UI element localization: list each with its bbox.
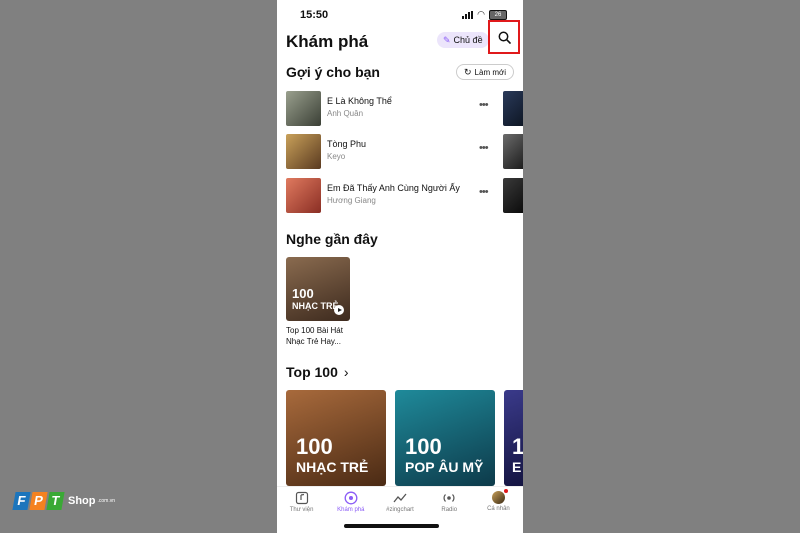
cover-number: 100 [296, 434, 333, 459]
song-title: Em Đã Thấy Anh Cùng Người Ấy [327, 183, 460, 193]
recent-playlist-cover[interactable]: 100 NHẠC TRẺ [286, 257, 350, 321]
home-indicator [344, 524, 439, 528]
recent-caption: Top 100 Bài Hát Nhạc Trẻ Hay... [286, 326, 343, 346]
watermark-letter: P [29, 492, 48, 510]
more-icon[interactable]: ••• [479, 142, 489, 154]
top100-card[interactable]: 1 E [504, 390, 523, 486]
page-title: Khám phá [286, 32, 369, 51]
bottom-nav: Thư viện Khám phá #zingchart Radio Cá nh… [277, 486, 523, 523]
cover-label: POP ÂU MỸ [405, 459, 484, 475]
cover-label: NHẠC TRẺ [296, 459, 369, 475]
nav-item-radio[interactable]: Radio [425, 487, 474, 523]
song-artist: Hương Giang [327, 196, 376, 205]
chart-icon [393, 493, 407, 503]
radio-icon [443, 494, 455, 502]
cover-number: 100 [292, 286, 314, 301]
notification-dot [503, 489, 508, 493]
song-item[interactable]: Tòng Phu Keyo ••• [286, 134, 489, 170]
more-icon[interactable]: ••• [479, 186, 489, 198]
next-column-thumbnail[interactable] [503, 134, 523, 169]
next-column-thumbnail[interactable] [503, 178, 523, 213]
nav-label: Thư viện [289, 507, 314, 513]
watermark-letter: T [46, 492, 65, 510]
next-column-thumbnail[interactable] [503, 91, 523, 126]
watermark-letter: F [12, 492, 31, 510]
song-artist: Anh Quân [327, 109, 364, 118]
nav-label: #zingchart [386, 507, 414, 513]
status-icons: ◠ 26 [462, 9, 507, 20]
recent-title: Nghe gần đây [286, 231, 378, 247]
nav-label: Cá nhân [487, 506, 510, 512]
library-icon [295, 491, 308, 505]
nav-item-zingchart[interactable]: #zingchart [375, 487, 424, 523]
signal-icon [462, 10, 474, 19]
suggest-title: Gợi ý cho bạn [286, 64, 380, 80]
top100-card[interactable]: 100 NHẠC TRẺ [286, 390, 386, 486]
refresh-label: Làm mới [474, 67, 507, 77]
search-button[interactable] [488, 20, 520, 54]
nav-label: Khám phá [337, 507, 365, 513]
song-title: Tòng Phu [327, 139, 367, 149]
cover-label: E [512, 459, 522, 475]
nav-item-discover[interactable]: Khám phá [326, 487, 375, 523]
theme-label: Chủ đề [453, 35, 483, 45]
song-title: E Là Không Thể [327, 96, 392, 106]
song-item[interactable]: Em Đã Thấy Anh Cùng Người Ấy Hương Giang… [286, 178, 489, 214]
brush-icon: ✎ [443, 34, 451, 45]
more-icon[interactable]: ••• [479, 99, 489, 111]
top100-header[interactable]: Top 100 › [286, 364, 349, 380]
song-artist: Keyo [327, 152, 346, 161]
watermark-shop: Shop [68, 495, 96, 507]
watermark-domain: .com.vn [97, 498, 116, 504]
theme-button[interactable]: ✎ Chủ đề [437, 32, 489, 48]
status-time: 15:50 [300, 9, 329, 21]
refresh-icon: ↻ [464, 66, 472, 77]
song-thumbnail [286, 134, 321, 169]
search-icon [498, 31, 511, 44]
song-thumbnail [286, 91, 321, 126]
cover-number: 1 [512, 434, 523, 459]
wifi-icon: ◠ [477, 9, 485, 19]
battery-icon: 26 [489, 9, 507, 20]
profile-icon [491, 489, 508, 504]
song-item[interactable]: E Là Không Thể Anh Quân ••• [286, 91, 489, 127]
top100-card[interactable]: 100 POP ÂU MỸ [395, 390, 495, 486]
cover-number: 100 [405, 434, 442, 459]
top100-title: Top 100 [286, 364, 338, 380]
song-thumbnail [286, 178, 321, 213]
nav-label: Radio [441, 507, 458, 513]
nav-item-library[interactable]: Thư viện [277, 487, 326, 523]
fpt-shop-watermark: F P T Shop .com.vn [12, 492, 116, 510]
chevron-right-icon: › [343, 364, 349, 380]
nav-item-profile[interactable]: Cá nhân [474, 487, 523, 523]
play-icon[interactable] [334, 305, 344, 315]
cover-label: NHẠC TRẺ [292, 301, 339, 311]
refresh-button[interactable]: ↻ Làm mới [456, 64, 515, 80]
discover-icon [344, 491, 358, 505]
status-bar: 15:50 ◠ 26 [277, 0, 523, 28]
phone-screen: 15:50 ◠ 26 Khám phá ✎ Chủ đề Gợi ý cho b… [277, 0, 523, 533]
